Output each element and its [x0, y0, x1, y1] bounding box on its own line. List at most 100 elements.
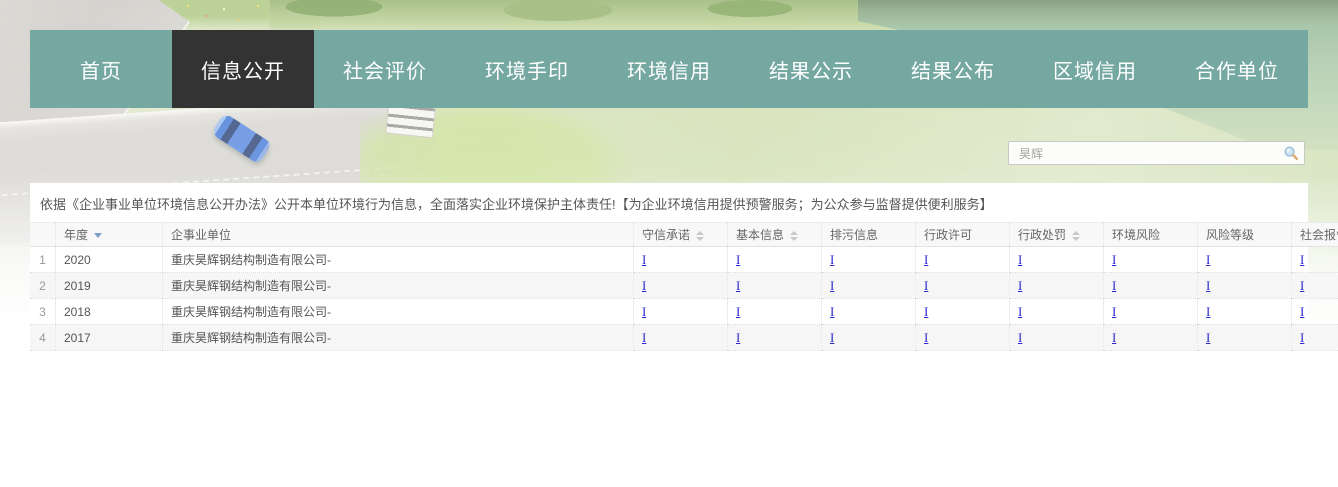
cell-row-number: 1 — [30, 247, 56, 273]
cell-admin-penalty: I — [1010, 325, 1104, 351]
link-integrity-pledge[interactable]: I — [642, 330, 646, 345]
link-admin-penalty[interactable]: I — [1018, 252, 1022, 267]
nav-item-home[interactable]: 首页 — [30, 30, 172, 108]
link-basic-info[interactable]: I — [736, 278, 740, 293]
nav-item-env-handprint[interactable]: 环境手印 — [456, 30, 598, 108]
cell-basic-info: I — [728, 247, 822, 273]
link-admin-penalty[interactable]: I — [1018, 278, 1022, 293]
cell-integrity-pledge: I — [634, 273, 728, 299]
link-risk-level[interactable]: I — [1206, 252, 1210, 267]
cell-admin-permit: I — [916, 325, 1010, 351]
link-social-report[interactable]: I — [1300, 278, 1304, 293]
link-integrity-pledge[interactable]: I — [642, 252, 646, 267]
link-admin-permit[interactable]: I — [924, 330, 928, 345]
link-emission-info[interactable]: I — [830, 304, 834, 319]
cell-risk-level: I — [1198, 325, 1292, 351]
link-social-report[interactable]: I — [1300, 304, 1304, 319]
link-admin-penalty[interactable]: I — [1018, 330, 1022, 345]
link-basic-info[interactable]: I — [736, 330, 740, 345]
column-header-admin-permit[interactable]: 行政许可 — [916, 223, 1010, 247]
link-env-risk[interactable]: I — [1112, 278, 1116, 293]
cell-social-report: I — [1292, 273, 1338, 299]
column-header-integrity-pledge[interactable]: 守信承诺 — [634, 223, 728, 247]
nav-item-env-credit[interactable]: 环境信用 — [598, 30, 740, 108]
column-header-row-number — [30, 223, 56, 247]
nav-item-result-publicity[interactable]: 结果公示 — [740, 30, 882, 108]
link-risk-level[interactable]: I — [1206, 330, 1210, 345]
cell-integrity-pledge: I — [634, 299, 728, 325]
column-header-company[interactable]: 企事业单位 — [163, 223, 634, 247]
cell-admin-penalty: I — [1010, 299, 1104, 325]
column-label-year: 年度 — [64, 228, 88, 242]
link-basic-info[interactable]: I — [736, 252, 740, 267]
column-header-emission-info[interactable]: 排污信息 — [822, 223, 916, 247]
cell-env-risk: I — [1104, 247, 1198, 273]
link-social-report[interactable]: I — [1300, 252, 1304, 267]
cell-integrity-pledge: I — [634, 325, 728, 351]
search-input[interactable] — [1017, 145, 1283, 161]
link-integrity-pledge[interactable]: I — [642, 278, 646, 293]
cell-row-number: 2 — [30, 273, 56, 299]
column-header-social-report[interactable]: 社会报告 — [1292, 223, 1338, 247]
table-header-row: 年度 企事业单位 守信承诺 基本信息 排污信息行政许可 行政处罚 环境风险风险等级 社会报告 — [30, 223, 1338, 247]
link-risk-level[interactable]: I — [1206, 304, 1210, 319]
cell-year: 2020 — [56, 247, 163, 273]
link-basic-info[interactable]: I — [736, 304, 740, 319]
table-row: 32018重庆昊辉钢结构制造有限公司-IIIIIIII — [30, 299, 1338, 325]
sort-toggle-icon[interactable] — [696, 231, 705, 241]
sort-toggle-icon[interactable] — [1072, 231, 1081, 241]
cell-year: 2017 — [56, 325, 163, 351]
search-bar — [1008, 141, 1305, 165]
column-label-admin-permit: 行政许可 — [924, 228, 972, 242]
link-env-risk[interactable]: I — [1112, 304, 1116, 319]
nav-item-result-announcement[interactable]: 结果公布 — [882, 30, 1024, 108]
cell-integrity-pledge: I — [634, 247, 728, 273]
link-admin-permit[interactable]: I — [924, 278, 928, 293]
nav-item-partners[interactable]: 合作单位 — [1166, 30, 1308, 108]
column-label-integrity-pledge: 守信承诺 — [642, 228, 690, 242]
link-risk-level[interactable]: I — [1206, 278, 1210, 293]
cell-company: 重庆昊辉钢结构制造有限公司- — [163, 273, 634, 299]
records-table: 年度企事业单位守信承诺基本信息排污信息行政许可行政处罚环境风险风险等级社会报告 … — [30, 222, 1338, 351]
cell-env-risk: I — [1104, 299, 1198, 325]
column-header-basic-info[interactable]: 基本信息 — [728, 223, 822, 247]
link-emission-info[interactable]: I — [830, 278, 834, 293]
link-emission-info[interactable]: I — [830, 330, 834, 345]
sort-toggle-icon[interactable] — [790, 231, 799, 241]
nav-item-social-evaluation[interactable]: 社会评价 — [314, 30, 456, 108]
cell-row-number: 4 — [30, 325, 56, 351]
link-admin-permit[interactable]: I — [924, 304, 928, 319]
link-social-report[interactable]: I — [1300, 330, 1304, 345]
column-label-basic-info: 基本信息 — [736, 228, 784, 242]
link-env-risk[interactable]: I — [1112, 330, 1116, 345]
link-emission-info[interactable]: I — [830, 252, 834, 267]
link-admin-penalty[interactable]: I — [1018, 304, 1022, 319]
link-admin-permit[interactable]: I — [924, 252, 928, 267]
table-row: 42017重庆昊辉钢结构制造有限公司-IIIIIIII — [30, 325, 1338, 351]
column-header-risk-level[interactable]: 风险等级 — [1198, 223, 1292, 247]
cell-admin-permit: I — [916, 247, 1010, 273]
cell-emission-info: I — [822, 247, 916, 273]
column-header-env-risk[interactable]: 环境风险 — [1104, 223, 1198, 247]
nav-item-regional-credit[interactable]: 区域信用 — [1024, 30, 1166, 108]
cell-basic-info: I — [728, 299, 822, 325]
cell-admin-permit: I — [916, 299, 1010, 325]
sort-desc-icon[interactable] — [94, 233, 102, 238]
cell-basic-info: I — [728, 273, 822, 299]
link-integrity-pledge[interactable]: I — [642, 304, 646, 319]
cell-env-risk: I — [1104, 273, 1198, 299]
column-label-company: 企事业单位 — [171, 228, 231, 242]
nav-item-info-disclosure[interactable]: 信息公开 — [172, 30, 314, 108]
search-icon[interactable] — [1283, 145, 1299, 161]
column-label-risk-level: 风险等级 — [1206, 228, 1254, 242]
column-label-admin-penalty: 行政处罚 — [1018, 228, 1066, 242]
cell-admin-penalty: I — [1010, 247, 1104, 273]
cell-row-number: 3 — [30, 299, 56, 325]
cell-year: 2018 — [56, 299, 163, 325]
cell-risk-level: I — [1198, 273, 1292, 299]
column-header-year[interactable]: 年度 — [56, 223, 163, 247]
cell-emission-info: I — [822, 273, 916, 299]
column-header-admin-penalty[interactable]: 行政处罚 — [1010, 223, 1104, 247]
link-env-risk[interactable]: I — [1112, 252, 1116, 267]
cell-risk-level: I — [1198, 299, 1292, 325]
